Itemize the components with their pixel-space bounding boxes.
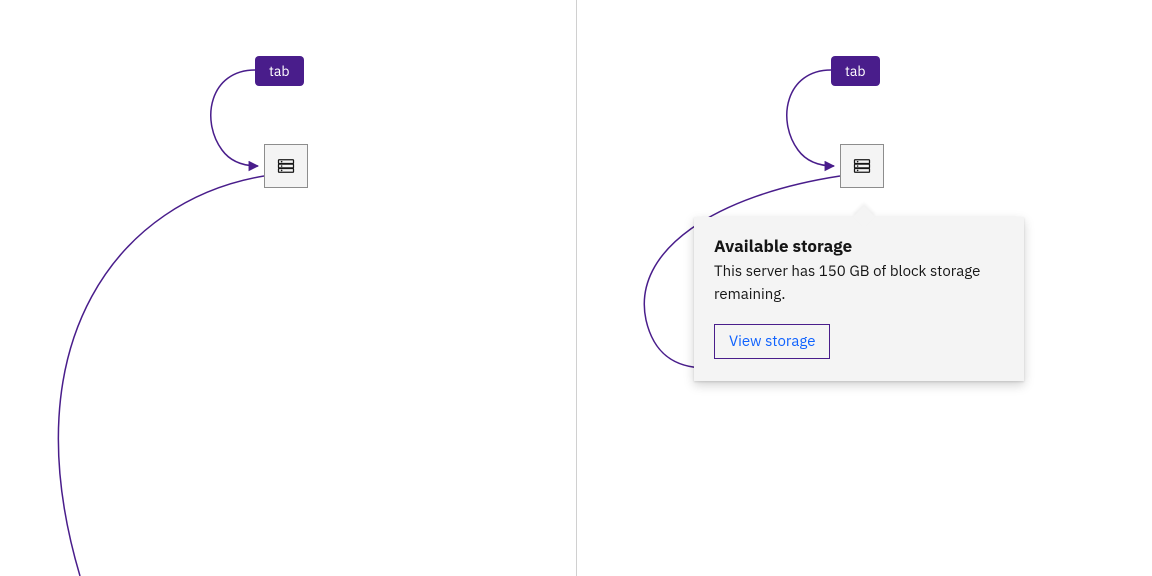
tab-origin-label: tab <box>269 62 290 80</box>
tab-origin-badge: tab <box>831 56 880 86</box>
view-storage-button[interactable]: View storage <box>714 324 830 359</box>
tab-origin-badge: tab <box>255 56 304 86</box>
server-node[interactable] <box>264 144 308 188</box>
tab-origin-label: tab <box>845 62 866 80</box>
example-collapsed: tab <box>0 0 576 576</box>
flow-connectors <box>0 0 576 576</box>
storage-popover: Available storage This server has 150 GB… <box>694 217 1024 381</box>
popover-body: This server has 150 GB of block storage … <box>714 261 1004 306</box>
server-icon <box>852 156 872 176</box>
server-node[interactable] <box>840 144 884 188</box>
popover-title: Available storage <box>714 235 1004 257</box>
server-icon <box>276 156 296 176</box>
example-expanded: tab Available storage This server has 15… <box>576 0 1152 576</box>
